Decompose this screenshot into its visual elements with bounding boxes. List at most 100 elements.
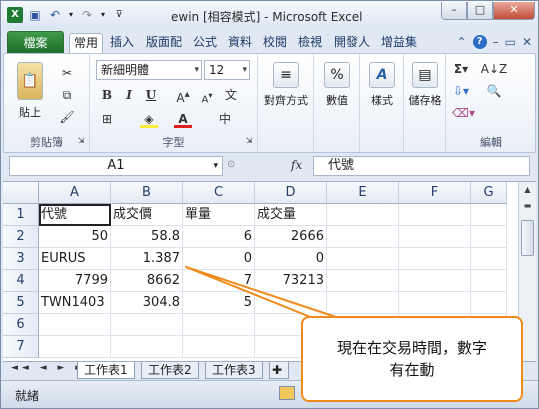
font-launcher-icon[interactable]: ⇲ bbox=[240, 132, 258, 150]
name-box-dropdown-icon[interactable]: ▾ bbox=[213, 157, 218, 175]
paste-button[interactable]: 📋 貼上 bbox=[12, 62, 48, 120]
cell-g4[interactable] bbox=[471, 270, 507, 292]
cell-c3[interactable]: 0 bbox=[183, 248, 255, 270]
format-painter-icon[interactable]: 🖌 bbox=[58, 108, 76, 126]
select-all-corner[interactable] bbox=[3, 182, 39, 204]
underline-button[interactable]: U bbox=[142, 86, 160, 104]
cut-icon[interactable]: ✂ bbox=[58, 64, 76, 82]
cell-c7[interactable] bbox=[183, 336, 255, 358]
phonetic-icon[interactable]: 文 bbox=[222, 86, 240, 104]
fill-color-icon[interactable]: ◈ bbox=[140, 110, 158, 128]
cell-c2[interactable]: 6 bbox=[183, 226, 255, 248]
doc-close-icon[interactable]: ✕ bbox=[522, 35, 532, 49]
cell-g5[interactable] bbox=[471, 292, 507, 314]
bold-button[interactable]: B bbox=[98, 86, 116, 104]
number-button[interactable]: % 數值 bbox=[318, 62, 356, 108]
cell-f4[interactable] bbox=[399, 270, 471, 292]
autosum-icon[interactable]: Σ▾ bbox=[452, 60, 470, 78]
tab-data[interactable]: 資料 bbox=[223, 33, 257, 53]
column-header-f[interactable]: F bbox=[399, 182, 471, 204]
alignment-button[interactable]: ≡ 對齊方式 bbox=[262, 62, 310, 108]
cell-g2[interactable] bbox=[471, 226, 507, 248]
cell-f1[interactable] bbox=[399, 204, 471, 226]
redo-dropdown-icon[interactable]: ▾ bbox=[99, 7, 107, 23]
cell-e5[interactable] bbox=[327, 292, 399, 314]
cell-e1[interactable] bbox=[327, 204, 399, 226]
cell-a5[interactable]: TWN1403 bbox=[39, 292, 111, 314]
row-header-1[interactable]: 1 bbox=[3, 204, 39, 226]
tab-add-ins[interactable]: 增益集 bbox=[377, 33, 421, 53]
splitter-icon[interactable]: ⊙ bbox=[227, 159, 235, 170]
insert-sheet-icon[interactable]: ✚ bbox=[269, 362, 289, 379]
cell-b7[interactable] bbox=[111, 336, 183, 358]
group-number[interactable]: % 數值 bbox=[314, 54, 360, 152]
clear-icon[interactable]: ⌫▾ bbox=[452, 104, 475, 122]
column-header-c[interactable]: C bbox=[183, 182, 255, 204]
cell-e2[interactable] bbox=[327, 226, 399, 248]
cell-c4[interactable]: 7 bbox=[183, 270, 255, 292]
styles-button[interactable]: A 樣式 bbox=[363, 62, 401, 108]
row-header-3[interactable]: 3 bbox=[3, 248, 39, 270]
find-select-icon[interactable]: 🔍 bbox=[480, 82, 508, 100]
cell-a7[interactable] bbox=[39, 336, 111, 358]
cell-a1[interactable]: 代號 bbox=[39, 204, 111, 226]
increase-font-icon[interactable]: A▴ bbox=[174, 86, 192, 105]
decrease-font-icon[interactable]: A▾ bbox=[198, 86, 216, 105]
column-header-e[interactable]: E bbox=[327, 182, 399, 204]
cell-d5[interactable] bbox=[255, 292, 327, 314]
cell-a4[interactable]: 7799 bbox=[39, 270, 111, 292]
cells-button[interactable]: ▤ 儲存格 bbox=[404, 62, 446, 108]
tab-page-layout[interactable]: 版面配 bbox=[141, 33, 187, 53]
tab-formulas[interactable]: 公式 bbox=[189, 33, 221, 53]
undo-icon[interactable]: ↶ bbox=[47, 7, 63, 23]
sheet-tab-3[interactable]: 工作表3 bbox=[205, 362, 263, 379]
tab-view[interactable]: 檢視 bbox=[293, 33, 327, 53]
cell-g1[interactable] bbox=[471, 204, 507, 226]
customize-toolbar-icon[interactable]: ⊽ bbox=[111, 7, 127, 23]
sheet-tab-2[interactable]: 工作表2 bbox=[141, 362, 199, 379]
group-alignment[interactable]: ≡ 對齊方式 bbox=[258, 54, 314, 152]
clipboard-launcher-icon[interactable]: ⇲ bbox=[72, 132, 90, 150]
row-header-4[interactable]: 4 bbox=[3, 270, 39, 292]
row-header-7[interactable]: 7 bbox=[3, 336, 39, 358]
cell-d4[interactable]: 73213 bbox=[255, 270, 327, 292]
italic-button[interactable]: I bbox=[120, 86, 138, 104]
cell-b4[interactable]: 8662 bbox=[111, 270, 183, 292]
row-header-2[interactable]: 2 bbox=[3, 226, 39, 248]
cell-f2[interactable] bbox=[399, 226, 471, 248]
font-color-icon[interactable]: A bbox=[174, 110, 192, 128]
sort-filter-icon[interactable]: A↓Z bbox=[480, 60, 508, 78]
cell-a6[interactable] bbox=[39, 314, 111, 336]
cell-d2[interactable]: 2666 bbox=[255, 226, 327, 248]
cell-e4[interactable] bbox=[327, 270, 399, 292]
fill-icon[interactable]: ⇩▾ bbox=[452, 82, 470, 100]
column-header-g[interactable]: G bbox=[471, 182, 507, 204]
group-cells[interactable]: ▤ 儲存格 bbox=[404, 54, 446, 152]
row-header-6[interactable]: 6 bbox=[3, 314, 39, 336]
doc-minimize-icon[interactable]: – bbox=[493, 35, 499, 49]
formula-input[interactable]: 代號 bbox=[313, 156, 530, 176]
cell-c5[interactable]: 5 bbox=[183, 292, 255, 314]
insert-function-icon[interactable]: fx bbox=[291, 158, 302, 172]
tab-developer[interactable]: 開發人 bbox=[329, 33, 375, 53]
help-icon[interactable]: ? bbox=[472, 35, 487, 49]
character-format-icon[interactable]: 中 bbox=[216, 110, 234, 128]
doc-restore-icon[interactable]: ▭ bbox=[505, 35, 516, 49]
save-icon[interactable]: ▣ bbox=[27, 7, 43, 23]
font-name-select[interactable]: 新細明體 ▾ bbox=[96, 60, 202, 80]
cell-d1[interactable]: 成交量 bbox=[255, 204, 327, 226]
cell-b5[interactable]: 304.8 bbox=[111, 292, 183, 314]
column-header-a[interactable]: A bbox=[39, 182, 111, 204]
cell-g3[interactable] bbox=[471, 248, 507, 270]
cell-b1[interactable]: 成交價 bbox=[111, 204, 183, 226]
cell-b6[interactable] bbox=[111, 314, 183, 336]
cell-f5[interactable] bbox=[399, 292, 471, 314]
column-header-d[interactable]: D bbox=[255, 182, 327, 204]
tab-file[interactable]: 檔案 bbox=[7, 31, 64, 53]
cell-b3[interactable]: 1.387 bbox=[111, 248, 183, 270]
font-size-select[interactable]: 12 ▾ bbox=[204, 60, 250, 80]
cell-a2[interactable]: 50 bbox=[39, 226, 111, 248]
scroll-up-icon[interactable]: ▲ bbox=[519, 182, 536, 198]
redo-icon[interactable]: ↷ bbox=[79, 7, 95, 23]
column-header-b[interactable]: B bbox=[111, 182, 183, 204]
